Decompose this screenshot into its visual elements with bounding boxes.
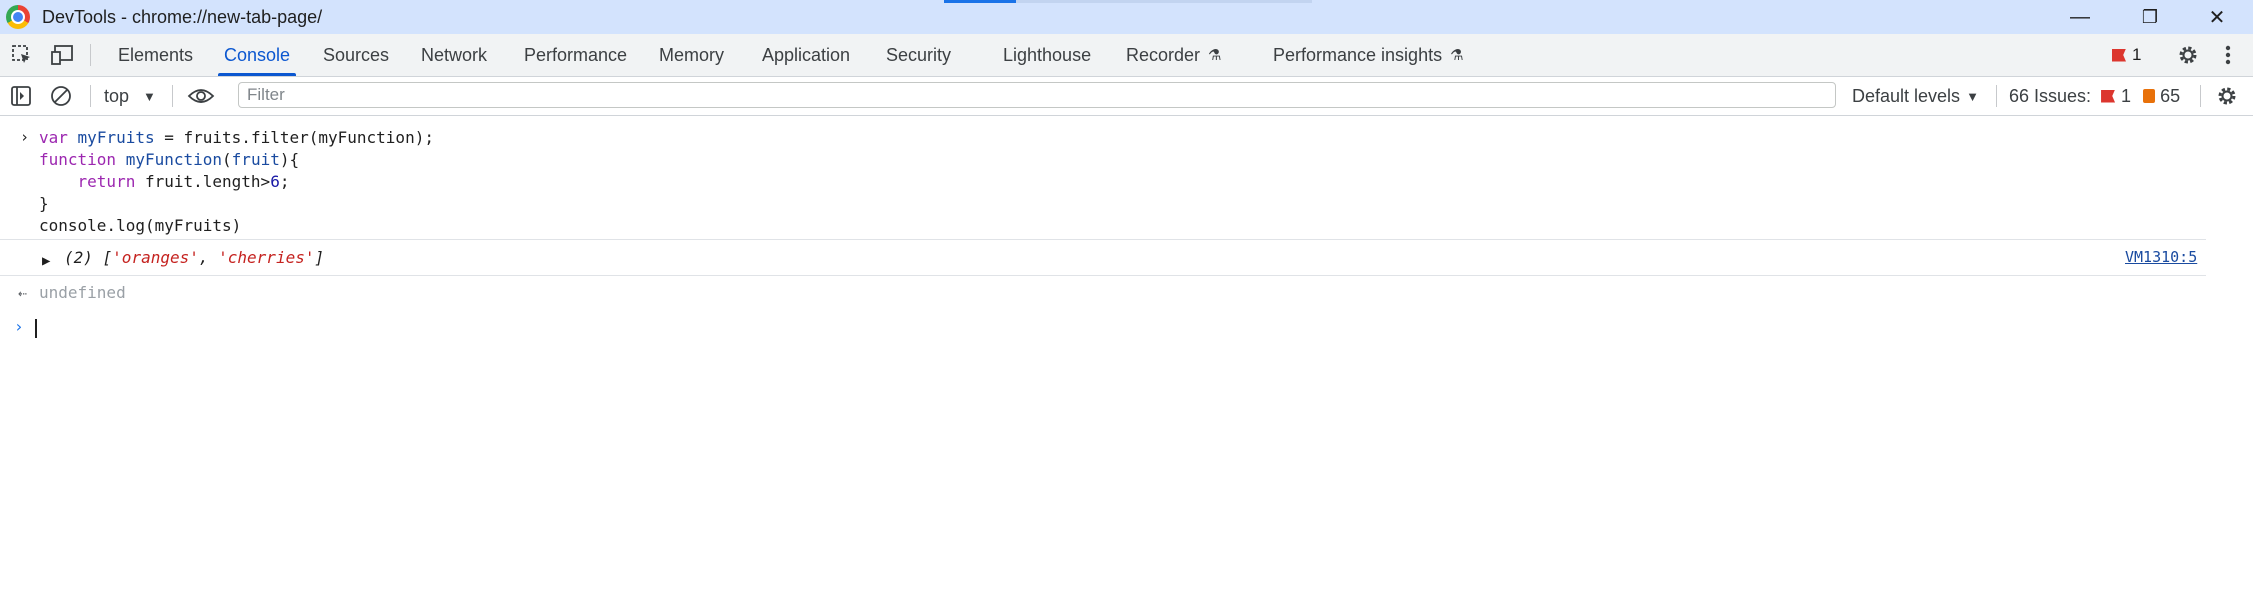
error-count: 1 <box>2132 45 2142 64</box>
console-prompt-input[interactable] <box>35 319 37 338</box>
error-flag-icon <box>2112 48 2126 62</box>
context-selector-value: top <box>104 85 130 106</box>
tab-network[interactable]: Network <box>421 34 487 76</box>
source-link[interactable]: VM1310:5 <box>2125 248 2197 266</box>
minimize-button[interactable]: — <box>2044 0 2116 34</box>
chevron-down-icon: ▼ <box>143 88 156 104</box>
return-value: undefined <box>39 283 126 302</box>
row-divider <box>0 275 2206 276</box>
tab-console[interactable]: Console <box>217 34 297 76</box>
tab-performance[interactable]: Performance <box>524 34 627 76</box>
chrome-logo-icon <box>6 5 30 29</box>
context-selector[interactable]: top ▼ <box>104 77 156 115</box>
show-sidebar-icon[interactable] <box>8 77 34 115</box>
experiment-flask-icon: ⚗ <box>1450 47 1464 64</box>
warning-icon <box>2143 89 2156 103</box>
console-toolbar: top ▼ Filter Default levels ▼ 66 Issues:… <box>0 77 2253 116</box>
title-bar: DevTools - chrome://new-tab-page/ <box>0 0 2253 34</box>
console-log-result[interactable]: (2) ['oranges', 'cherries'] <box>64 248 324 267</box>
live-expression-eye-icon[interactable] <box>184 77 218 115</box>
tab-application[interactable]: Application <box>762 34 850 76</box>
result-item: 'oranges' <box>112 248 199 267</box>
window-title: DevTools - chrome://new-tab-page/ <box>42 6 323 27</box>
issues-label: 66 Issues: <box>2009 85 2092 106</box>
window-tab-indicator <box>1016 0 1312 3</box>
result-item: 'cherries' <box>218 248 315 267</box>
error-count-badge[interactable]: 1 <box>2112 34 2141 76</box>
tab-sources[interactable]: Sources <box>323 34 389 76</box>
clear-console-icon[interactable] <box>48 77 74 115</box>
issues-counter[interactable]: 66 Issues: 1 65 <box>2009 77 2180 115</box>
tab-recorder-label: Recorder <box>1126 44 1201 65</box>
result-count: (2) <box>64 248 93 267</box>
tab-elements[interactable]: Elements <box>118 34 193 76</box>
devtools-main-toolbar: Elements Console Sources Network Perform… <box>0 34 2253 77</box>
more-options-icon[interactable] <box>2216 34 2240 76</box>
inspect-element-icon[interactable] <box>8 34 36 76</box>
tab-recorder[interactable]: Recorder ⚗ <box>1126 34 1221 76</box>
log-levels-value: Default levels <box>1852 85 1961 106</box>
tab-security[interactable]: Security <box>886 34 951 76</box>
filter-input[interactable]: Filter <box>238 82 1836 108</box>
issues-error-count: 1 <box>2121 85 2132 106</box>
prompt-chevron-icon: › <box>14 317 24 336</box>
filter-placeholder: Filter <box>247 85 285 104</box>
issues-warning-count: 65 <box>2160 85 2181 106</box>
tab-lighthouse[interactable]: Lighthouse <box>1003 34 1091 76</box>
row-divider <box>0 239 2206 240</box>
expand-triangle-icon[interactable]: ▶ <box>42 253 50 269</box>
log-levels-dropdown[interactable]: Default levels ▼ <box>1852 77 1979 115</box>
return-value-arrow-icon: ⇠ <box>18 284 28 302</box>
restore-button[interactable]: ❐ <box>2114 0 2186 34</box>
close-button[interactable]: ✕ <box>2181 0 2253 34</box>
device-toolbar-icon[interactable] <box>48 34 78 76</box>
console-input-code: var myFruits = fruits.filter(myFunction)… <box>39 128 434 235</box>
tab-memory[interactable]: Memory <box>659 34 724 76</box>
error-flag-icon <box>2101 89 2116 103</box>
active-window-tab-indicator <box>944 0 1016 3</box>
chevron-down-icon: ▼ <box>1966 88 1979 104</box>
experiment-flask-icon: ⚗ <box>1208 47 1222 64</box>
console-settings-gear-icon[interactable] <box>2212 77 2242 115</box>
command-chevron-icon: › <box>20 128 30 146</box>
settings-gear-icon[interactable] <box>2173 34 2203 76</box>
tab-performance-insights-label: Performance insights <box>1273 44 1443 65</box>
tab-performance-insights[interactable]: Performance insights ⚗ <box>1273 34 1464 76</box>
